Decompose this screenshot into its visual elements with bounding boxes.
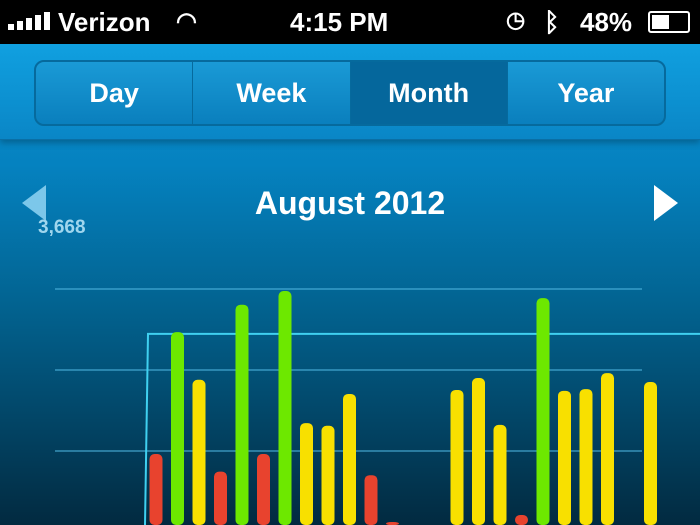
bar xyxy=(214,471,227,525)
bar xyxy=(644,382,657,525)
bar xyxy=(257,454,270,525)
bar xyxy=(343,393,356,525)
bar xyxy=(601,373,614,525)
bar xyxy=(278,291,292,525)
bar xyxy=(493,424,507,525)
bar xyxy=(558,390,571,525)
bar xyxy=(364,475,378,525)
bar xyxy=(536,298,550,525)
bar xyxy=(192,379,206,525)
bar xyxy=(472,378,485,525)
bar xyxy=(149,454,163,525)
bar-chart xyxy=(55,288,700,525)
bar xyxy=(450,389,464,525)
bar xyxy=(579,389,593,525)
bar xyxy=(171,332,184,525)
bar xyxy=(515,514,528,525)
bar xyxy=(235,304,249,525)
bar xyxy=(300,423,313,525)
bar xyxy=(321,425,335,525)
goal-line xyxy=(144,332,700,525)
